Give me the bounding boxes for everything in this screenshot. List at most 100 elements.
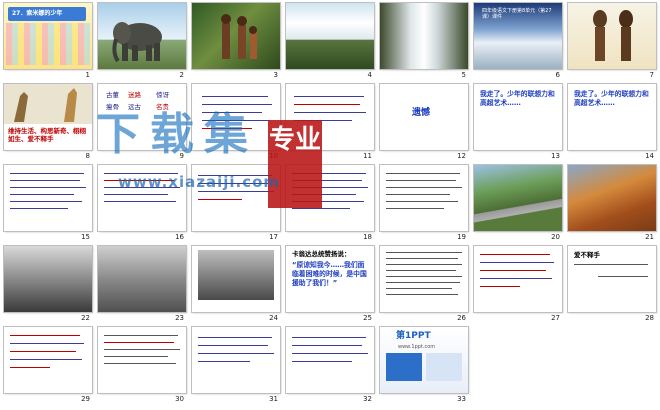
slide-number: 33 bbox=[457, 395, 466, 403]
slide-number: 24 bbox=[269, 314, 278, 322]
slide-thumbnail-24[interactable]: 24 bbox=[190, 245, 284, 325]
slide-content bbox=[380, 246, 468, 312]
slide-content bbox=[4, 165, 92, 231]
slide-sorter-grid: 27．索米娜的少年 1 2 3 4 5 四年级语文下册第8单元（第27课）课件 … bbox=[0, 0, 660, 410]
slide-number: 11 bbox=[363, 152, 372, 160]
slide-paragraph: 我走了。少年的联想力和高超艺术…… bbox=[574, 90, 649, 107]
ppt-site: www.1ppt.com bbox=[398, 344, 436, 350]
slide-title: 27．索米娜的少年 bbox=[12, 10, 63, 17]
slide-thumbnail-31[interactable]: 31 bbox=[190, 326, 284, 406]
slide-content bbox=[98, 327, 186, 393]
historical-photo bbox=[198, 250, 274, 300]
banner-block bbox=[426, 353, 462, 381]
slide-thumbnail-32[interactable]: 32 bbox=[284, 326, 378, 406]
slide-number: 26 bbox=[457, 314, 466, 322]
slide-thumbnail-20[interactable]: 20 bbox=[472, 164, 566, 244]
people-photo bbox=[221, 14, 257, 59]
slide-thumbnail-27[interactable]: 27 bbox=[472, 245, 566, 325]
slide-content bbox=[192, 246, 280, 312]
slide-content: 四年级语文下册第8单元（第27课）课件 bbox=[474, 3, 562, 69]
slide-number: 22 bbox=[81, 314, 90, 322]
slide-number: 18 bbox=[363, 233, 372, 241]
banner-block bbox=[386, 353, 422, 381]
slide-thumbnail-3[interactable]: 3 bbox=[190, 2, 284, 82]
slide-thumbnail-5[interactable]: 5 bbox=[378, 2, 472, 82]
slide-thumbnail-4[interactable]: 4 bbox=[284, 2, 378, 82]
slide-number: 20 bbox=[551, 233, 560, 241]
slide-thumbnail-21[interactable]: 21 bbox=[566, 164, 660, 244]
slide-content bbox=[4, 246, 92, 312]
slide-content: 遗憾 bbox=[380, 84, 468, 150]
slide-number: 16 bbox=[175, 233, 184, 241]
slide-number: 17 bbox=[269, 233, 278, 241]
slide-number: 2 bbox=[179, 71, 184, 79]
slide-thumbnail-13[interactable]: 我走了。少年的联想力和高超艺术…… 13 bbox=[472, 83, 566, 163]
slide-title: 卡翁达总统赞扬说： bbox=[292, 250, 351, 258]
slide-title: 爱不释手 bbox=[574, 251, 600, 259]
slide-number: 6 bbox=[555, 71, 560, 79]
slide-thumbnail-19[interactable]: 19 bbox=[378, 164, 472, 244]
elephant-photo bbox=[112, 22, 162, 63]
slide-content: 第1PPT www.1ppt.com bbox=[380, 327, 468, 393]
slide-content bbox=[474, 165, 562, 231]
slide-number: 12 bbox=[457, 152, 466, 160]
slide-thumbnail-2[interactable]: 2 bbox=[96, 2, 190, 82]
slide-thumbnail-30[interactable]: 30 bbox=[96, 326, 190, 406]
slide-thumbnail-29[interactable]: 29 bbox=[2, 326, 96, 406]
slide-number: 19 bbox=[457, 233, 466, 241]
slide-number: 21 bbox=[645, 233, 654, 241]
slide-content bbox=[380, 165, 468, 231]
slide-number: 15 bbox=[81, 233, 90, 241]
slide-number: 3 bbox=[273, 71, 278, 79]
slide-content: 维持生活、构思新奇、栩栩如生、爱不释手 bbox=[4, 84, 92, 150]
slide-number: 23 bbox=[175, 314, 184, 322]
slide-thumbnail-8[interactable]: 维持生活、构思新奇、栩栩如生、爱不释手 8 bbox=[2, 83, 96, 163]
slide-content bbox=[98, 246, 186, 312]
slide-thumbnail-25[interactable]: 卡翁达总统赞扬说： “原谅知我今……我们面临着困难的时候，是中国援助了我们！” … bbox=[284, 245, 378, 325]
slide-number: 32 bbox=[363, 395, 372, 403]
slide-caption: 维持生活、构思新奇、栩栩如生、爱不释手 bbox=[8, 127, 86, 143]
wood-carving-photo bbox=[593, 10, 633, 61]
slide-number: 31 bbox=[269, 395, 278, 403]
slide-content bbox=[192, 327, 280, 393]
slide-thumbnail-28[interactable]: 爱不释手 28 bbox=[566, 245, 660, 325]
slide-number: 5 bbox=[461, 71, 466, 79]
slide-thumbnail-23[interactable]: 23 bbox=[96, 245, 190, 325]
slide-content bbox=[192, 3, 280, 69]
ppt-logo: 第1PPT bbox=[396, 331, 431, 341]
slide-thumbnail-12[interactable]: 遗憾 12 bbox=[378, 83, 472, 163]
slide-thumbnail-1[interactable]: 27．索米娜的少年 1 bbox=[2, 2, 96, 82]
slide-thumbnail-6[interactable]: 四年级语文下册第8单元（第27课）课件 6 bbox=[472, 2, 566, 82]
cartoon-decoration bbox=[6, 23, 90, 65]
slide-thumbnail-14[interactable]: 我走了。少年的联想力和高超艺术…… 14 bbox=[566, 83, 660, 163]
slide-number: 25 bbox=[363, 314, 372, 322]
slide-heading: 遗憾 bbox=[412, 108, 431, 118]
slide-content: 爱不释手 bbox=[568, 246, 656, 312]
slide-content bbox=[98, 3, 186, 69]
slide-content bbox=[474, 246, 562, 312]
slide-content bbox=[4, 327, 92, 393]
slide-thumbnail-7[interactable]: 7 bbox=[566, 2, 660, 82]
watermark-url: www.xiazaiji.com bbox=[118, 173, 281, 191]
slide-caption: 四年级语文下册第8单元（第27课）课件 bbox=[482, 8, 552, 20]
slide-content bbox=[568, 165, 656, 231]
slide-number: 13 bbox=[551, 152, 560, 160]
slide-thumbnail-15[interactable]: 15 bbox=[2, 164, 96, 244]
slide-content bbox=[380, 3, 468, 69]
slide-content bbox=[286, 327, 374, 393]
slide-paragraph: 我走了。少年的联想力和高超艺术…… bbox=[480, 90, 555, 107]
slide-number: 8 bbox=[85, 152, 90, 160]
slide-thumbnail-26[interactable]: 26 bbox=[378, 245, 472, 325]
slide-number: 7 bbox=[649, 71, 654, 79]
watermark-badge: 专业 bbox=[268, 120, 322, 208]
slide-thumbnail-33[interactable]: 第1PPT www.1ppt.com 33 bbox=[378, 326, 472, 406]
slide-content bbox=[568, 3, 656, 69]
slide-number: 30 bbox=[175, 395, 184, 403]
slide-content: 我走了。少年的联想力和高超艺术…… bbox=[568, 84, 656, 150]
slide-number: 4 bbox=[367, 71, 372, 79]
watermark-title: 下载集 bbox=[96, 109, 258, 160]
slide-content: 卡翁达总统赞扬说： “原谅知我今……我们面临着困难的时候，是中国援助了我们！” bbox=[286, 246, 374, 312]
giraffe-photo bbox=[4, 84, 92, 124]
slide-number: 27 bbox=[551, 314, 560, 322]
slide-thumbnail-22[interactable]: 22 bbox=[2, 245, 96, 325]
